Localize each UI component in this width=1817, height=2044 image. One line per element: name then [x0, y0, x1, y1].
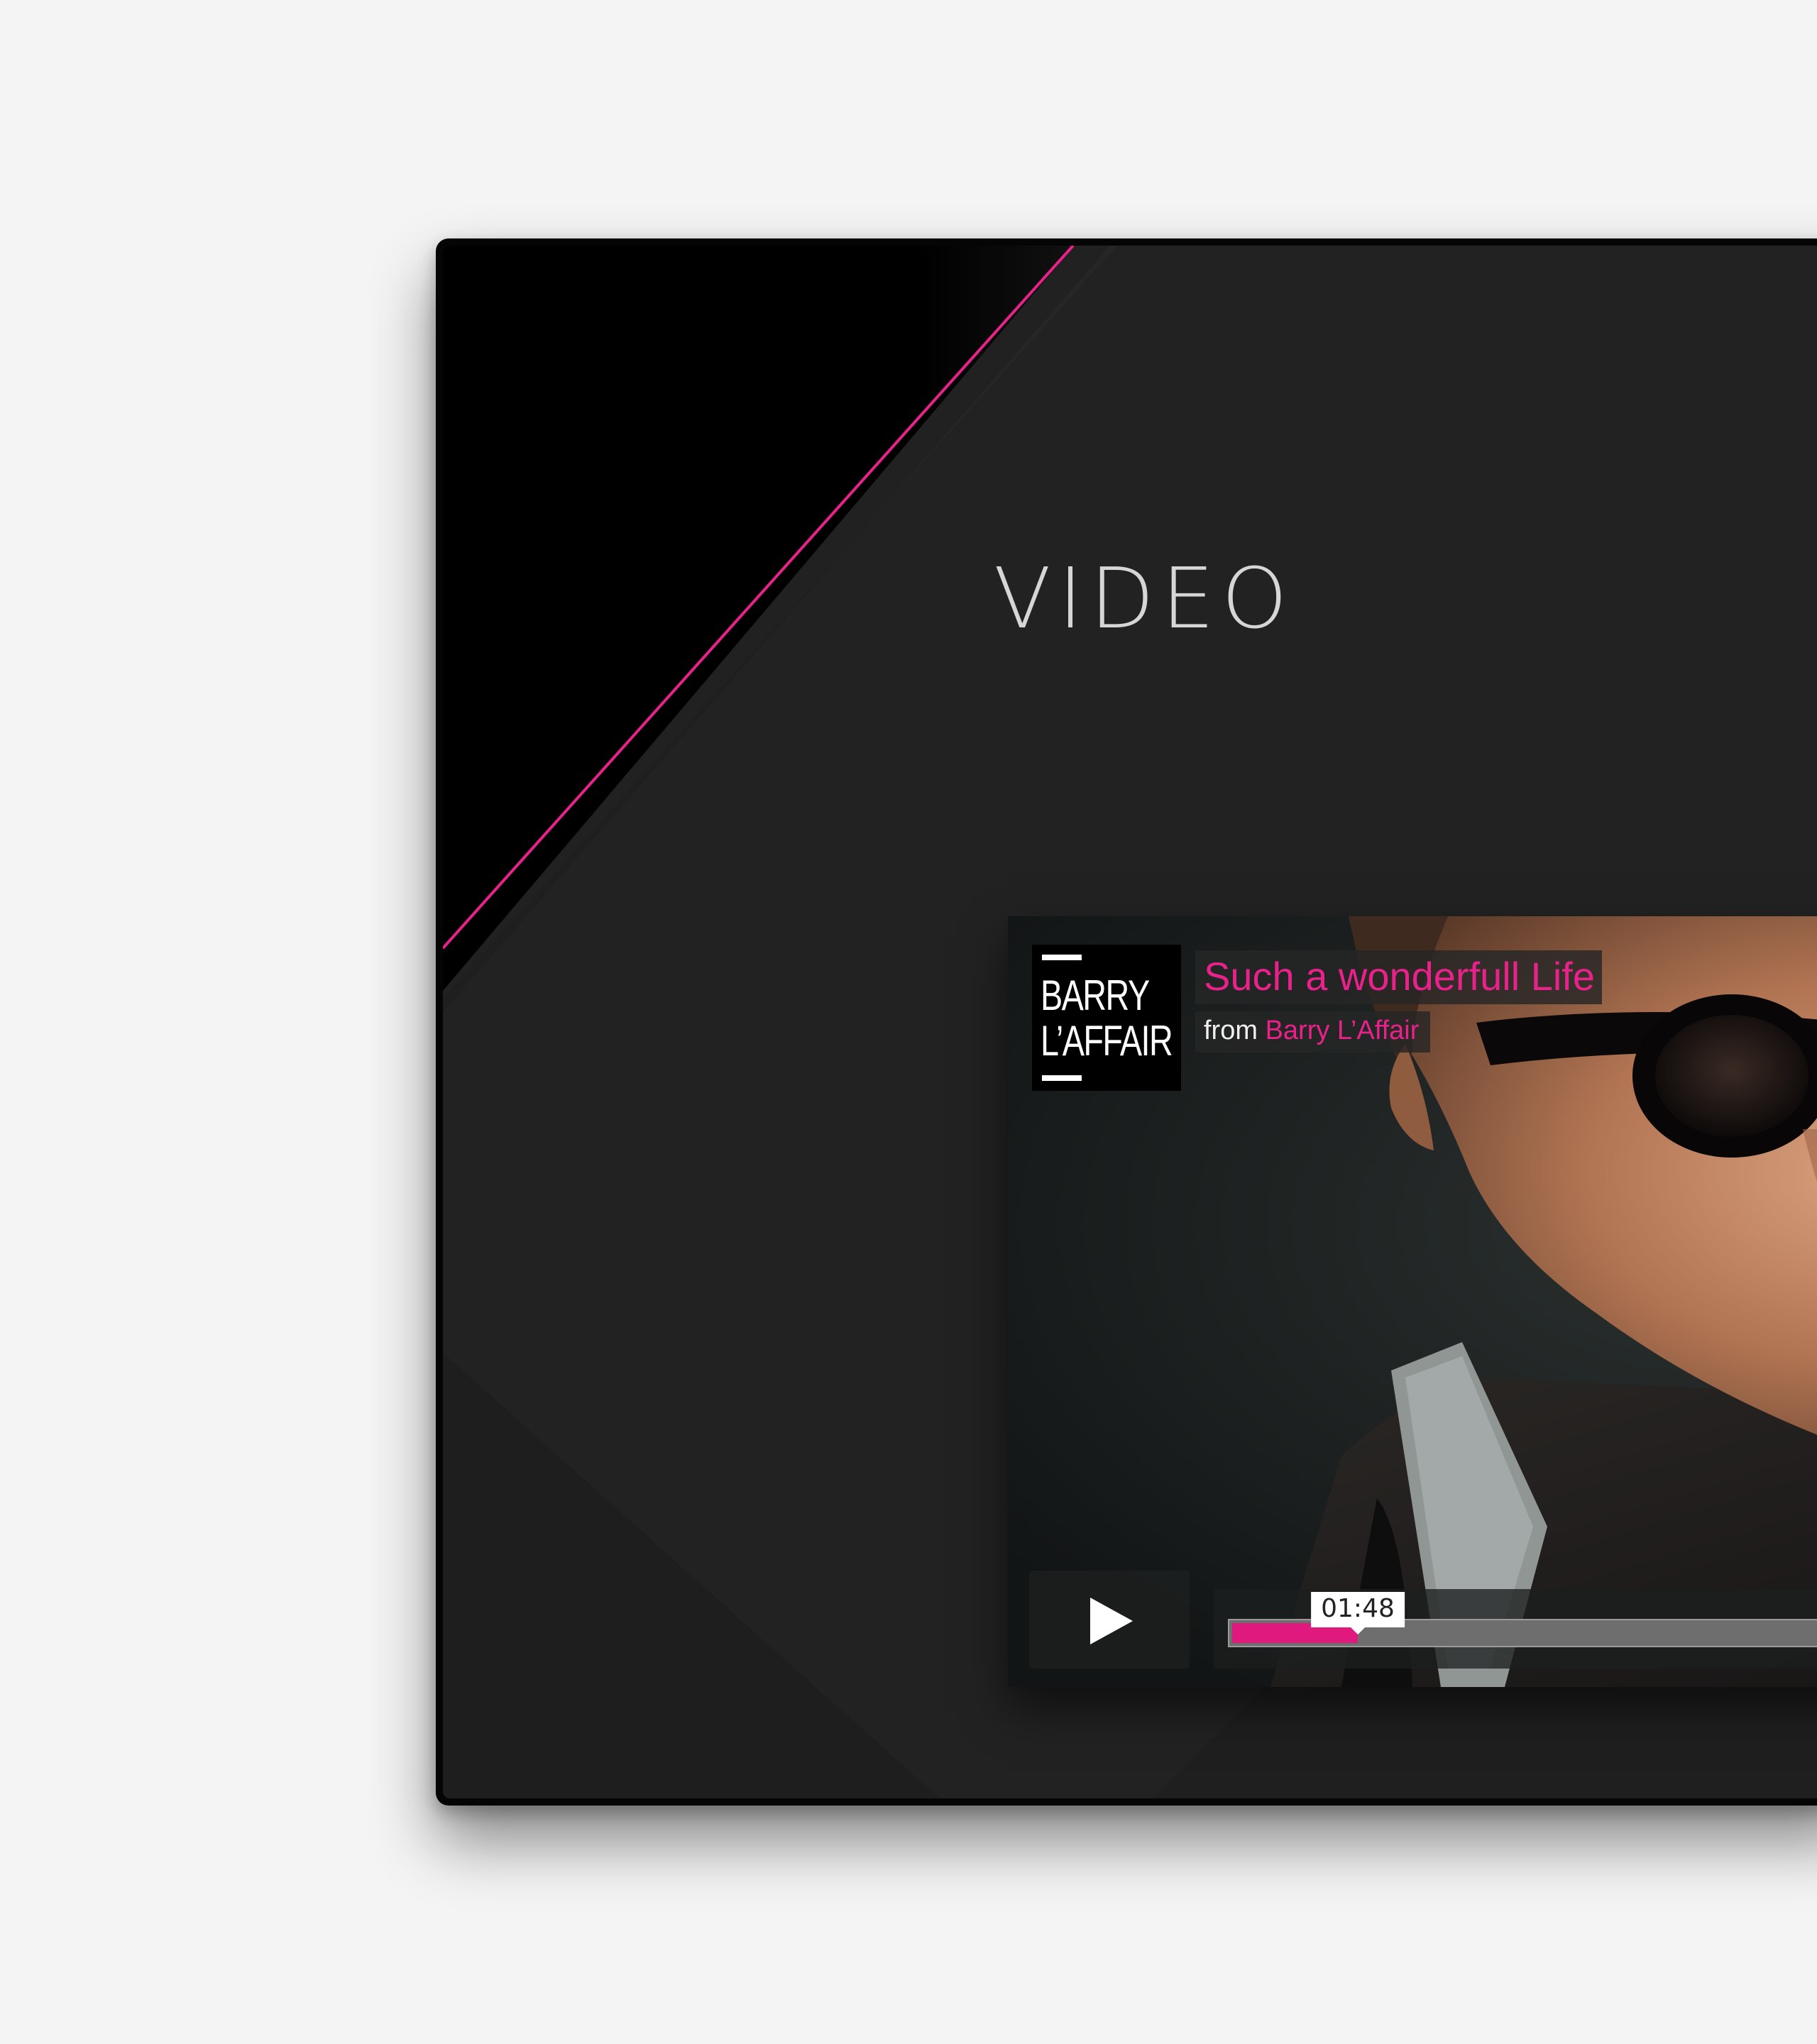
video-title[interactable]: Such a wonderfull Life	[1195, 950, 1603, 1004]
play-icon	[1090, 1598, 1133, 1644]
website-screen: VIDEO BARRY L’AFFAIR Such a wonderfull L…	[443, 246, 1817, 1798]
progress-strip: 01:48	[1214, 1589, 1817, 1669]
byline-prefix: from	[1204, 1016, 1258, 1045]
video-player[interactable]: BARRY L’AFFAIR Such a wonderfull Life fr…	[1008, 916, 1817, 1687]
player-controls: 01:48	[1008, 1562, 1817, 1669]
play-button[interactable]	[1029, 1571, 1190, 1669]
brand-logo-line1: BARRY	[1041, 972, 1150, 1019]
brand-logo: BARRY L’AFFAIR	[1032, 945, 1181, 1091]
artist-link[interactable]: Barry L’Affair	[1266, 1016, 1420, 1045]
progress-bar[interactable]: 01:48	[1228, 1592, 1817, 1647]
time-tooltip: 01:48	[1311, 1592, 1405, 1634]
brand-logo-line2: L’AFFAIR	[1041, 1017, 1173, 1065]
video-byline: from Barry L’Affair	[1195, 1011, 1431, 1053]
brand-logo-top-bar	[1042, 955, 1082, 960]
brand-logo-bottom-bar	[1042, 1075, 1082, 1081]
device-screen-frame: VIDEO BARRY L’AFFAIR Such a wonderfull L…	[436, 238, 1817, 1806]
section-title: VIDEO	[994, 549, 1295, 647]
